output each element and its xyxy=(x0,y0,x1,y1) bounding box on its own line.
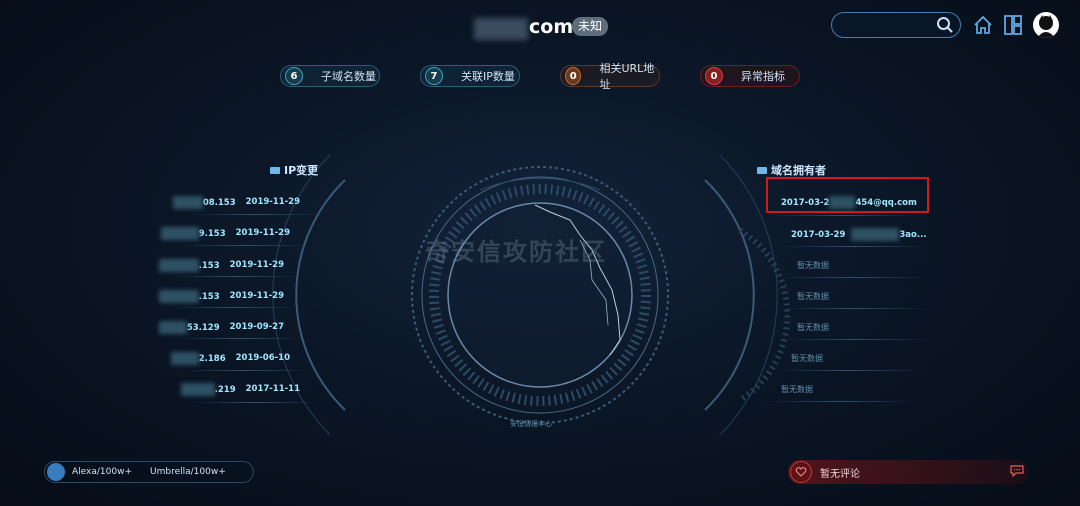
ip-value: .153 xyxy=(198,260,220,271)
divider xyxy=(765,401,915,402)
ip-value: .219 xyxy=(214,384,236,395)
redacted-email-prefix xyxy=(851,228,900,241)
ip-value: 9.153 xyxy=(198,228,226,239)
highlight-box xyxy=(766,177,929,213)
stat-label: 相关URL地址 xyxy=(599,62,655,91)
comment-bar[interactable]: 暂无评论 xyxy=(788,460,1028,484)
ip-date: 2019-11-29 xyxy=(235,228,290,238)
domain-owner-title-text: 域名拥有者 xyxy=(771,164,826,177)
comment-label: 暂无评论 xyxy=(820,468,860,480)
ip-row[interactable]: .153 2019-11-29 xyxy=(158,289,284,303)
ip-row[interactable]: 2.186 2019-06-10 xyxy=(170,351,290,365)
divider xyxy=(190,402,320,403)
ip-date: 2019-11-29 xyxy=(229,260,284,270)
ip-date: 2019-06-10 xyxy=(235,353,290,363)
search-icon[interactable] xyxy=(936,16,954,34)
domain-owner-title: 域名拥有者 xyxy=(757,162,826,178)
divider xyxy=(180,245,310,246)
stat-related-url[interactable]: 0 相关URL地址 xyxy=(560,62,660,91)
ranking-icon xyxy=(47,463,65,481)
message-icon[interactable] xyxy=(1010,465,1024,477)
heart-icon xyxy=(790,461,812,483)
divider xyxy=(780,246,930,247)
divider xyxy=(780,339,930,340)
ip-row[interactable]: 08.153 2019-11-29 xyxy=(172,195,300,209)
ip-change-title: IP变更 xyxy=(270,162,318,178)
divider xyxy=(780,308,930,309)
no-data-text: 暂无数据 xyxy=(797,323,829,332)
stat-value: 6 xyxy=(285,67,303,85)
ranking-bar[interactable]: Alexa/100w+ Umbrella/100w+ xyxy=(44,461,254,483)
avatar[interactable] xyxy=(1033,12,1059,38)
redacted-ip-prefix xyxy=(180,382,215,396)
home-icon[interactable] xyxy=(972,14,994,36)
domain-name-redacted xyxy=(474,18,528,40)
redacted-ip-prefix xyxy=(158,258,199,272)
ip-change-title-text: IP变更 xyxy=(284,164,319,177)
stat-subdomain-count[interactable]: 6 子域名数量 xyxy=(280,65,380,87)
divider xyxy=(770,215,920,216)
divider xyxy=(780,277,930,278)
owner-date: 2017-03-29 xyxy=(791,229,846,240)
layout-icon[interactable] xyxy=(1003,14,1023,36)
stat-value: 0 xyxy=(705,67,723,85)
status-badge: 未知 xyxy=(572,17,609,36)
stat-label: 关联IP数量 xyxy=(461,70,515,83)
globe-caption: 安恒情报中心 xyxy=(510,420,552,428)
redacted-ip-prefix xyxy=(158,289,199,303)
search-input[interactable] xyxy=(831,12,961,38)
redacted-ip-prefix xyxy=(160,226,199,240)
redacted-ip-prefix xyxy=(172,195,203,209)
owner-email: 3ao... xyxy=(899,229,927,240)
folder-icon xyxy=(757,166,767,174)
ip-row[interactable]: .219 2017-11-11 xyxy=(180,382,300,396)
heart-shape xyxy=(795,467,807,477)
no-data-text: 暂无数据 xyxy=(797,261,829,270)
stat-abnormal-indicators[interactable]: 0 异常指标 xyxy=(700,65,800,87)
ip-value: .153 xyxy=(198,291,220,302)
ip-row[interactable]: .153 2019-11-29 xyxy=(158,258,284,272)
ip-value: 2.186 xyxy=(198,353,226,364)
stat-label: 子域名数量 xyxy=(321,70,376,83)
ip-date: 2019-09-27 xyxy=(229,322,284,332)
folder-icon xyxy=(270,166,280,174)
domain-suffix: com xyxy=(529,16,574,38)
divider xyxy=(775,370,925,371)
no-data-text: 暂无数据 xyxy=(797,292,829,301)
stat-label: 异常指标 xyxy=(741,70,785,83)
ip-date: 2019-11-29 xyxy=(245,197,300,207)
ip-date: 2017-11-11 xyxy=(245,384,300,394)
no-data-text: 暂无数据 xyxy=(791,354,823,363)
divider xyxy=(170,276,300,277)
stat-value: 0 xyxy=(565,67,582,85)
divider xyxy=(180,370,310,371)
redacted-ip-prefix xyxy=(158,320,187,334)
globe-graphic xyxy=(411,166,669,424)
divider xyxy=(175,338,305,339)
no-data-text: 暂无数据 xyxy=(781,385,813,394)
watermark-text: 奇安信攻防社区 xyxy=(425,238,607,266)
ip-date: 2019-11-29 xyxy=(229,291,284,301)
ip-row[interactable]: 53.129 2019-09-27 xyxy=(158,320,284,334)
avatar-image xyxy=(1037,15,1055,38)
redacted-ip-prefix xyxy=(170,351,199,365)
ip-value: 08.153 xyxy=(202,197,236,208)
stat-value: 7 xyxy=(425,67,443,85)
stat-related-ip-count[interactable]: 7 关联IP数量 xyxy=(420,65,520,87)
ip-row[interactable]: 9.153 2019-11-29 xyxy=(160,226,290,240)
divider xyxy=(170,307,300,308)
divider xyxy=(190,214,320,215)
umbrella-rank: Umbrella/100w+ xyxy=(150,467,226,477)
owner-row[interactable]: 2017-03-29 3ao... xyxy=(791,228,927,241)
ip-value: 53.129 xyxy=(186,322,220,333)
alexa-rank: Alexa/100w+ xyxy=(72,467,132,477)
